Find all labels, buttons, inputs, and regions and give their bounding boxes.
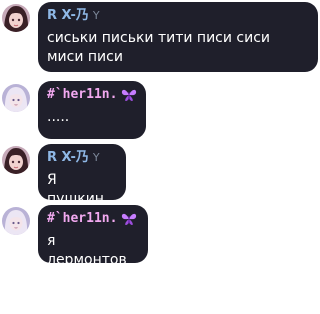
author-name[interactable]: R X-乃 <box>47 150 89 166</box>
avatar-dark-hair <box>2 4 30 32</box>
avatar[interactable] <box>2 4 30 32</box>
message-header: #`her11n. <box>47 87 137 103</box>
avatar-dark-hair <box>2 146 30 174</box>
message-bubble: R X-乃 Y сиськи письки тити писи сиси мис… <box>38 2 318 72</box>
author-badge: Y <box>92 9 100 22</box>
author-badge: Y <box>92 151 100 164</box>
avatar[interactable] <box>2 146 30 174</box>
author-name[interactable]: #`her11n. <box>47 211 117 227</box>
avatar[interactable] <box>2 84 30 112</box>
message-header: #`her11n. <box>47 211 138 227</box>
butterfly-icon <box>121 88 137 102</box>
butterfly-icon <box>121 212 137 226</box>
author-name[interactable]: R X-乃 <box>47 8 89 24</box>
message-bubble: #`her11n. ..... <box>38 81 146 139</box>
message-header: R X-乃 Y <box>47 150 116 166</box>
chat-log: R X-乃 Y сиськи письки тити писи сиси мис… <box>0 0 320 314</box>
avatar[interactable] <box>2 207 30 235</box>
message-header: R X-乃 Y <box>47 8 308 24</box>
message-text: я лермонтов <box>47 233 127 268</box>
message-bubble: R X-乃 Y Я пушкин <box>38 144 126 207</box>
message-text: Я пушкин <box>47 172 104 207</box>
avatar-light-hair <box>2 84 30 112</box>
message-text: сиськи письки тити писи сиси миси писи <box>47 30 271 65</box>
avatar-light-hair <box>2 207 30 235</box>
author-name[interactable]: #`her11n. <box>47 87 117 103</box>
message-text: ..... <box>47 109 70 125</box>
message-bubble: #`her11n. я лермонтов <box>38 205 148 268</box>
